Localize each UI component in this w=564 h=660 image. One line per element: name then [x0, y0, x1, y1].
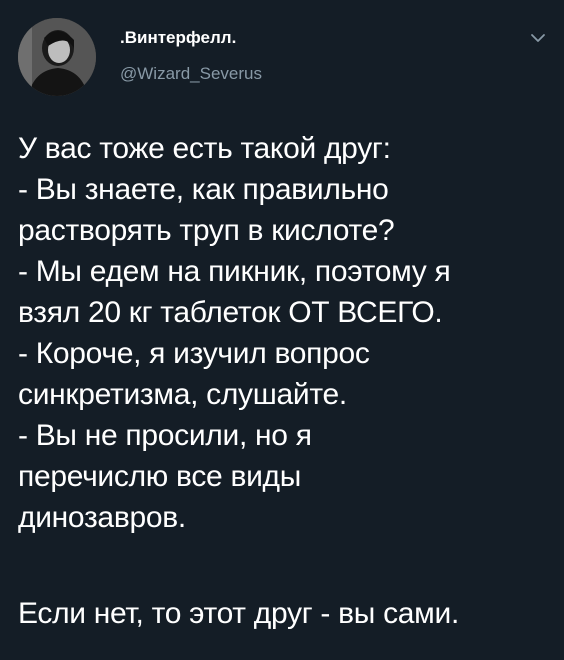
tweet-line: У вас тоже есть такой друг: — [18, 132, 391, 165]
tweet-line: - Короче, я изучил вопрос — [18, 337, 370, 370]
tweet-card: .Винтерфелл. @Wizard_Severus У вас тоже … — [0, 0, 564, 660]
tweet-line: - Вы знаете, как правильно — [18, 173, 389, 206]
user-avatar-icon — [18, 18, 96, 96]
author-handle[interactable]: @Wizard_Severus — [120, 64, 262, 84]
author-names: .Винтерфелл. @Wizard_Severus — [120, 28, 262, 84]
tweet-menu-button[interactable] — [528, 30, 548, 46]
avatar[interactable] — [18, 18, 96, 96]
tweet-line: растворять труп в кислоте? — [18, 214, 395, 247]
tweet-closing-line: Если нет, то этот друг - вы сами. — [18, 597, 459, 630]
chevron-down-icon — [531, 34, 545, 42]
tweet-text: У вас тоже есть такой друг: - Вы знаете,… — [18, 128, 558, 634]
tweet-line: - Мы едем на пикник, поэтому я — [18, 255, 451, 288]
tweet-header: .Винтерфелл. @Wizard_Severus — [18, 18, 548, 98]
tweet-line: синкретизма, слушайте. — [18, 378, 347, 411]
tweet-line: - Вы не просили, но я — [18, 419, 312, 452]
author-display-name[interactable]: .Винтерфелл. — [120, 28, 262, 48]
tweet-line: взял 20 кг таблеток ОТ ВСЕГО. — [18, 296, 443, 329]
tweet-line: динозавров. — [18, 501, 186, 534]
tweet-line: перечислю все виды — [18, 460, 302, 493]
